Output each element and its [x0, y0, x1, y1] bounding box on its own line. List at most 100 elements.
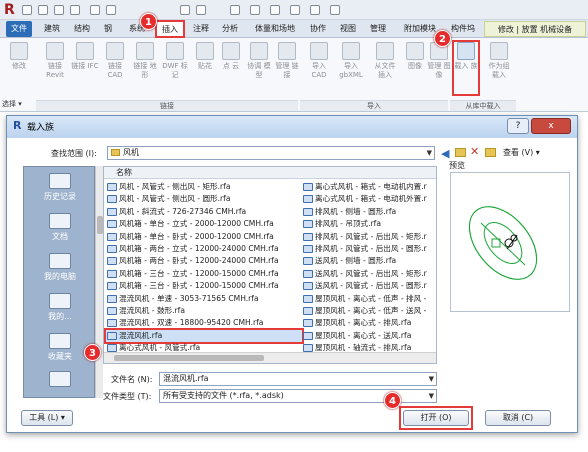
file-list-item[interactable]: 屋顶风机 - 离心式 - 排风.rfa	[302, 317, 436, 329]
tab-architecture[interactable]: 建筑	[40, 21, 64, 37]
file-list-scrollbar[interactable]	[104, 352, 436, 363]
back-icon[interactable]: ◀	[441, 147, 449, 160]
open-folder-icon[interactable]	[38, 5, 48, 15]
file-list-item[interactable]: 混流风机.rfa	[104, 327, 304, 344]
select-group-label[interactable]: 选择 ▾	[2, 99, 22, 109]
tab-component-dock[interactable]: 构件坞	[446, 21, 480, 37]
point-cloud-button[interactable]: 点 云	[216, 42, 246, 92]
tab-manage[interactable]: 管理	[366, 21, 390, 37]
file-list-item[interactable]: 送风机 - 风管式 - 后出风 - 圆形.r	[302, 280, 436, 292]
tab-steel[interactable]: 钢	[100, 21, 116, 37]
tools-button[interactable]: 工具 (L) ▾	[21, 410, 73, 426]
family-file-icon	[303, 207, 313, 216]
tab-insert[interactable]: 插入	[156, 21, 184, 37]
places-my-network[interactable]: 我的...	[24, 293, 96, 322]
new-folder-icon[interactable]	[485, 148, 496, 157]
file-list-item[interactable]: 风机箱 - 三台 - 卧式 - 12000-15000 CMH.rfa	[106, 280, 302, 292]
views-menu[interactable]: 查看 (V) ▾	[503, 147, 540, 158]
tab-structure[interactable]: 结构	[70, 21, 94, 37]
link-ifc-button[interactable]: 链接 IFC	[70, 42, 100, 92]
link-cad-button[interactable]: 链接 CAD	[100, 42, 130, 92]
file-list-item[interactable]: 风机箱 - 单台 - 卧式 - 2000-12000 CMH.rfa	[106, 231, 302, 243]
coordination-model-button[interactable]: 协调 模型	[244, 42, 274, 92]
tab-annotate[interactable]: 注释	[189, 21, 213, 37]
redo-icon[interactable]	[106, 5, 116, 15]
switch-windows-icon[interactable]	[310, 5, 320, 15]
manage-links-button[interactable]: 管理 链接	[272, 42, 302, 92]
places-documents[interactable]: 文档	[24, 213, 96, 242]
help-button[interactable]: ?	[507, 118, 529, 134]
history-icon	[49, 173, 71, 189]
open-button[interactable]: 打开 (O)	[403, 410, 469, 426]
import-group-label: 导入	[300, 100, 448, 111]
thin-lines-icon[interactable]	[290, 5, 300, 15]
file-list-item[interactable]: 送风机 - 风管式 - 后出风 - 矩形.r	[302, 268, 436, 280]
customize-qat-icon[interactable]	[330, 5, 340, 15]
up-folder-icon[interactable]	[455, 148, 466, 157]
file-list-item[interactable]: 离心式风机 - 箱式 - 电动机内置.r	[302, 181, 436, 193]
load-as-group-button[interactable]: 作为组 载入	[484, 42, 514, 92]
column-header-name[interactable]: 名称	[104, 167, 436, 179]
tab-modify-place-equipment[interactable]: 修改 | 放置 机械设备	[484, 21, 586, 37]
file-list-item[interactable]: 风机 - 风管式 - 侧出风 - 矩形.rfa	[106, 181, 302, 193]
file-name-input[interactable]: 混流风机.rfa ▼	[159, 372, 437, 386]
places-my-computer[interactable]: 我的电脑	[24, 253, 96, 282]
file-list-item[interactable]: 混流风机 - 鼓形.rfa	[106, 305, 302, 317]
file-list-item[interactable]: 排风机 - 吊顶式.rfa	[302, 218, 436, 230]
revit-logo[interactable]: R	[4, 2, 15, 18]
dwf-markup-button[interactable]: DWF 标记	[160, 42, 190, 92]
sync-icon[interactable]	[70, 5, 80, 15]
file-list-item[interactable]: 风机箱 - 三台 - 立式 - 12000-15000 CMH.rfa	[106, 268, 302, 280]
file-list-item[interactable]: 排风机 - 侧墙 - 圆形.rfa	[302, 206, 436, 218]
load-family-button[interactable]: 载入 族	[452, 40, 480, 96]
file-list-item[interactable]: 离心式风机 - 箱式 - 电动机外置.r	[302, 193, 436, 205]
tab-view[interactable]: 视图	[336, 21, 360, 37]
tab-collaborate[interactable]: 协作	[306, 21, 330, 37]
text-icon[interactable]	[230, 5, 240, 15]
undo-icon[interactable]	[90, 5, 100, 15]
places-scrollbar[interactable]	[95, 166, 103, 398]
file-list-item[interactable]: 风机 - 风管式 - 侧出风 - 圆形.rfa	[106, 193, 302, 205]
manage-images-button[interactable]: 管理 图像	[424, 42, 454, 92]
dialog-title-bar[interactable]: R 载入族 ? x	[7, 116, 577, 138]
3d-view-icon[interactable]	[250, 5, 260, 15]
file-list-item[interactable]: 混流风机 - 单速 - 3053-71565 CMH.rfa	[106, 293, 302, 305]
file-list-item[interactable]: 送风机 - 侧墙 - 圆形.rfa	[302, 255, 436, 267]
file-list: 名称 风机 - 风管式 - 侧出风 - 矩形.rfa 风机 - 风管式 - 侧出风…	[103, 166, 437, 364]
file-list-item[interactable]: 风机箱 - 两台 - 立式 - 12000-24000 CMH.rfa	[106, 243, 302, 255]
tab-analyze[interactable]: 分析	[218, 21, 242, 37]
dimension-icon[interactable]	[196, 5, 206, 15]
file-list-item[interactable]: 风机箱 - 两台 - 卧式 - 12000-24000 CMH.rfa	[106, 255, 302, 267]
insert-from-file-button[interactable]: 从文件 插入	[370, 42, 400, 92]
scrollbar-thumb[interactable]	[114, 355, 264, 361]
link-revit-button[interactable]: 链接 Revit	[40, 42, 70, 92]
cancel-button[interactable]: 取消 (C)	[485, 410, 551, 426]
save-icon[interactable]	[54, 5, 64, 15]
tab-file[interactable]: 文件	[6, 21, 32, 37]
section-icon[interactable]	[270, 5, 280, 15]
file-type-label: 文件类型 (T):	[103, 392, 152, 401]
load-from-library-group-label: 从库中载入	[450, 100, 516, 111]
file-list-item[interactable]: 风机 - 斜流式 - 726-27346 CMH.rfa	[106, 206, 302, 218]
tab-massing-site[interactable]: 体量和场地	[248, 21, 302, 37]
file-list-item[interactable]: 屋顶风机 - 离心式 - 低声 - 送风 -	[302, 305, 436, 317]
delete-icon[interactable]: ✕	[470, 145, 479, 158]
modify-button[interactable]: 修改	[4, 42, 34, 92]
file-list-item[interactable]: 屋顶风机 - 离心式 - 低声 - 排风 -	[302, 293, 436, 305]
file-list-item[interactable]: 风机箱 - 单台 - 立式 - 2000-12000 CMH.rfa	[106, 218, 302, 230]
ribbon-panel: 修改 链接 Revit 链接 IFC 链接 CAD 链接 地形 DWF 标记 贴…	[0, 38, 588, 112]
link-topography-button[interactable]: 链接 地形	[130, 42, 160, 92]
places-history[interactable]: 历史记录	[24, 173, 96, 202]
look-in-dropdown[interactable]: 风机 ▼	[107, 146, 435, 160]
file-list-item[interactable]: 混流风机 - 双速 - 18800-95420 CMH.rfa	[106, 317, 302, 329]
import-gbxml-button[interactable]: 导入 gbXML	[334, 42, 368, 92]
file-list-item[interactable]: 排风机 - 风管式 - 后出风 - 圆形.r	[302, 243, 436, 255]
close-button[interactable]: x	[531, 118, 571, 134]
file-list-item[interactable]: 屋顶风机 - 离心式 - 送风.rfa	[302, 330, 436, 342]
import-cad-button[interactable]: 导入 CAD	[304, 42, 334, 92]
places-desktop[interactable]	[24, 371, 96, 389]
open-icon[interactable]	[22, 5, 32, 15]
link-revit-icon	[46, 42, 64, 60]
file-list-item[interactable]: 排风机 - 风管式 - 后出风 - 矩形.r	[302, 231, 436, 243]
measure-icon[interactable]	[180, 5, 190, 15]
